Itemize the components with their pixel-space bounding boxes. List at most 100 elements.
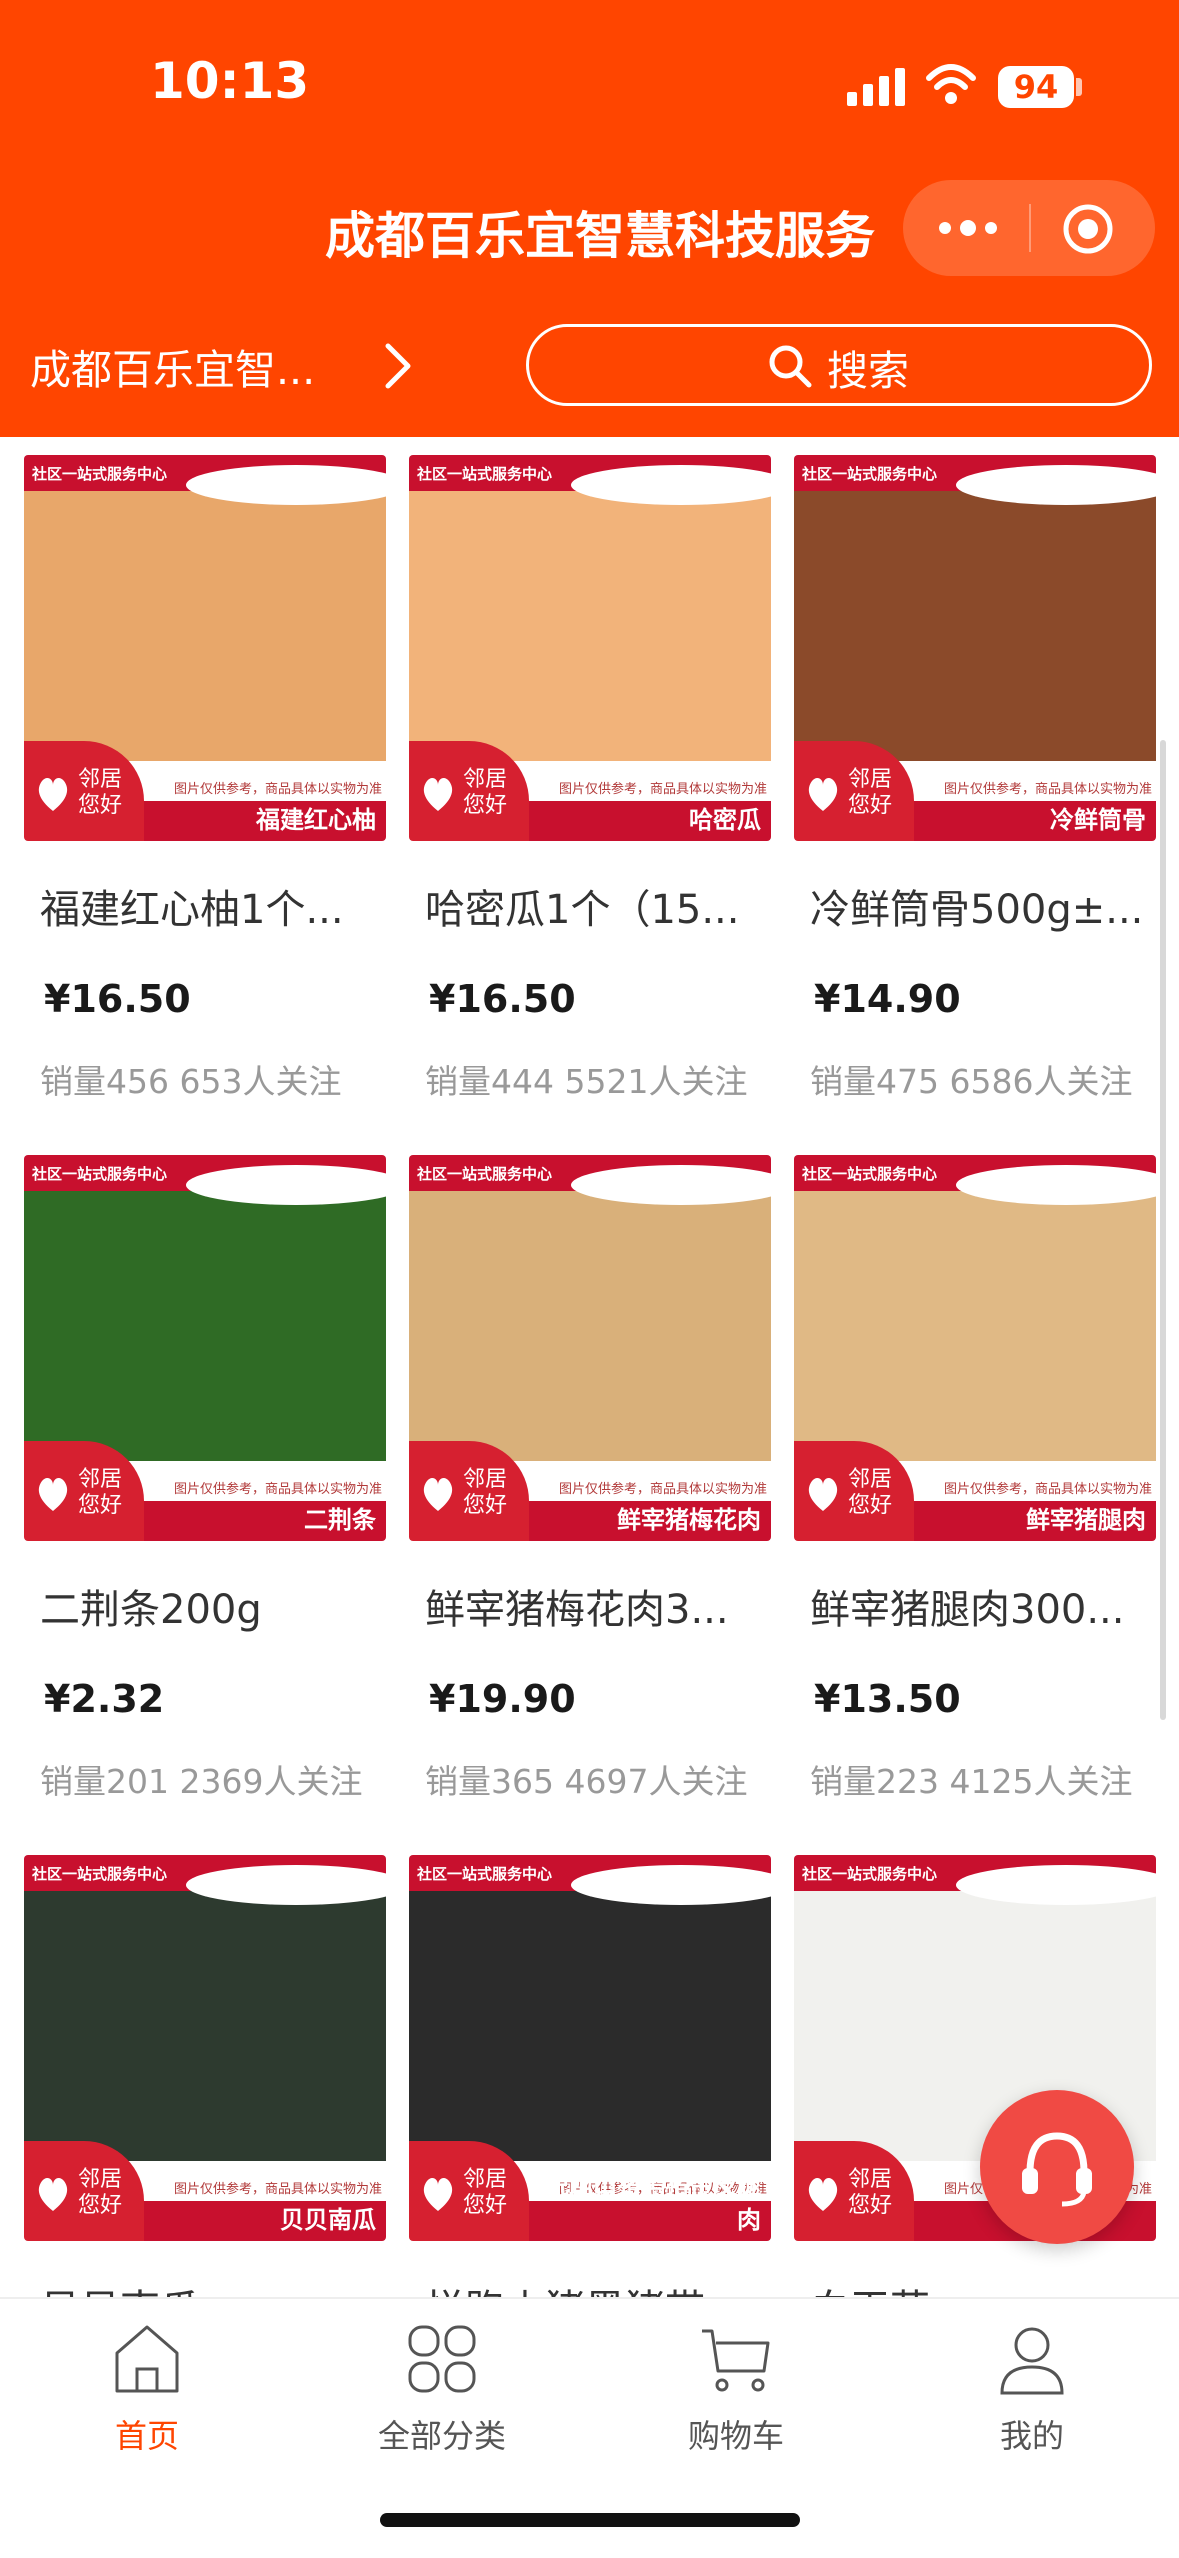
image-top-badge: 社区一站式服务中心 <box>32 1865 168 1883</box>
logo-icon <box>423 778 453 811</box>
category-icon <box>408 2325 476 2393</box>
logo-line2: 您好 <box>78 793 123 818</box>
product-image[interactable]: 社区一站式服务中心 图片仅供参考，商品具体以实物为准 鲜宰猪腿肉 邻居 您好 <box>794 1155 1156 1541</box>
cart-icon <box>702 2329 770 2392</box>
product-image[interactable]: 社区一站式服务中心 图片仅供参考，商品具体以实物为准 哈密瓜 邻居 您好 <box>409 455 771 841</box>
logo-line2: 您好 <box>78 2193 123 2218</box>
battery-tip <box>1076 78 1082 96</box>
logo-line1: 邻居 <box>463 1467 508 1492</box>
product-name[interactable]: 二荆条200g <box>40 1577 380 1635</box>
product-name[interactable]: 贝贝南瓜 <box>40 2277 380 2297</box>
page-title: 成都百乐宜智慧科技服务 <box>325 207 875 265</box>
logo-text: 邻居 您好 <box>78 2167 122 2219</box>
follower-count: 4125人关注 <box>949 1762 1133 1801</box>
image-bottom-banner: 图片仅供参考，商品具体以实物为准 福建红心柚 邻居 您好 <box>24 741 386 841</box>
logo-text: 邻居 您好 <box>848 2167 892 2219</box>
product-name[interactable]: 哈密瓜1个（15... <box>425 877 765 935</box>
product-image[interactable]: 社区一站式服务中心 图片仅供参考，商品具体以实物为准 二荆条 邻居 您好 <box>24 1155 386 1541</box>
logo-line1: 邻居 <box>848 1467 893 1492</box>
product-image[interactable]: 社区一站式服务中心 图片仅供参考，商品具体以实物为准 冷鲜筒骨 邻居 您好 <box>794 455 1156 841</box>
image-top-badge: 社区一站式服务中心 <box>417 1165 553 1183</box>
image-name-band: 鲜宰猪梅花肉 <box>529 1501 771 1541</box>
logo-icon <box>808 2178 838 2211</box>
tab-category[interactable]: 全部分类 <box>342 2319 542 2469</box>
image-top-banner: 社区一站式服务中心 <box>24 455 386 505</box>
follower-count: 5521人关注 <box>564 1062 748 1101</box>
product-card[interactable]: 社区一站式服务中心 图片仅供参考，商品具体以实物为准 悦跑山猪黑猪带皮腿肉 邻居 <box>409 1837 771 2297</box>
product-name[interactable]: 鲜宰猪腿肉300... <box>810 1577 1150 1635</box>
product-card[interactable]: 社区一站式服务中心 图片仅供参考，商品具体以实物为准 二荆条 邻居 您好 二荆条… <box>24 1137 386 1837</box>
product-card[interactable]: 社区一站式服务中心 图片仅供参考，商品具体以实物为准 哈密瓜 邻居 您好 哈密瓜… <box>409 437 771 1137</box>
search-input[interactable]: 搜索 <box>526 324 1152 406</box>
product-card[interactable]: 社区一站式服务中心 图片仅供参考，商品具体以实物为准 冷鲜筒骨 邻居 您好 冷鲜… <box>794 437 1156 1137</box>
product-price: ¥2.32 <box>44 1677 165 1721</box>
product-name[interactable]: 悦跑山猪黑猪带皮腿肉 <box>425 2277 765 2297</box>
product-photo <box>409 1885 771 2161</box>
product-card[interactable]: 社区一站式服务中心 图片仅供参考，商品具体以实物为准 贝贝南瓜 邻居 您好 <box>24 1837 386 2297</box>
battery-indicator: 94 <box>998 66 1074 108</box>
app-header: 10:13 94 成都百乐宜智慧科技服务 成都百乐宜智... 搜索 <box>0 0 1179 437</box>
tab-home[interactable]: 首页 <box>47 2319 247 2469</box>
product-photo <box>24 485 386 761</box>
image-bottom-banner: 图片仅供参考，商品具体以实物为准 贝贝南瓜 邻居 您好 <box>24 2141 386 2241</box>
cellular-signal-icon <box>847 68 905 106</box>
product-price: ¥16.50 <box>429 977 576 1021</box>
customer-service-button[interactable] <box>980 2090 1134 2244</box>
image-disclaimer: 图片仅供参考，商品具体以实物为准 <box>944 782 1153 797</box>
logo-line2: 您好 <box>848 1493 893 1518</box>
product-photo <box>409 485 771 761</box>
store-selector[interactable]: 成都百乐宜智... <box>30 336 315 396</box>
image-product-label: 贝贝南瓜 <box>280 2206 376 2234</box>
product-image[interactable]: 社区一站式服务中心 图片仅供参考，商品具体以实物为准 悦跑山猪黑猪带皮腿肉 邻居 <box>409 1855 771 2241</box>
product-image[interactable]: 社区一站式服务中心 图片仅供参考，商品具体以实物为准 贝贝南瓜 邻居 您好 <box>24 1855 386 2241</box>
image-name-band: 鲜宰猪腿肉 <box>914 1501 1156 1541</box>
logo-text: 邻居 您好 <box>463 2167 507 2219</box>
logo-line1: 邻居 <box>78 767 123 792</box>
tab-label: 首页 <box>114 2417 179 2455</box>
sales-count: 销量365 <box>425 1762 554 1801</box>
sales-count: 销量475 <box>810 1062 939 1101</box>
scrollbar[interactable] <box>1160 740 1166 1720</box>
image-top-banner: 社区一站式服务中心 <box>794 1155 1156 1205</box>
logo-text: 邻居 您好 <box>463 767 507 819</box>
product-grid: 社区一站式服务中心 图片仅供参考，商品具体以实物为准 福建红心柚 邻居 您好 福… <box>0 437 1179 2297</box>
product-stats: 销量456 653人关注 <box>40 1055 342 1103</box>
image-top-badge: 社区一站式服务中心 <box>802 1165 938 1183</box>
product-name[interactable]: 白玉菇 <box>810 2277 1150 2297</box>
tab-label: 购物车 <box>687 2417 784 2455</box>
close-miniapp-icon[interactable] <box>1061 202 1115 256</box>
logo-line1: 邻居 <box>848 2167 893 2192</box>
logo-text: 邻居 您好 <box>78 1467 122 1519</box>
image-top-badge: 社区一站式服务中心 <box>32 1165 168 1183</box>
product-card[interactable]: 社区一站式服务中心 图片仅供参考，商品具体以实物为准 福建红心柚 邻居 您好 福… <box>24 437 386 1137</box>
logo-icon <box>38 778 68 811</box>
product-image[interactable]: 社区一站式服务中心 图片仅供参考，商品具体以实物为准 鲜宰猪梅花肉 邻居 您好 <box>409 1155 771 1541</box>
product-name[interactable]: 福建红心柚1个... <box>40 877 380 935</box>
capsule-divider <box>1029 204 1031 252</box>
image-bottom-banner: 图片仅供参考，商品具体以实物为准 二荆条 邻居 您好 <box>24 1441 386 1541</box>
logo-line2: 您好 <box>463 1493 508 1518</box>
more-icon[interactable] <box>933 212 1003 244</box>
product-name[interactable]: 冷鲜筒骨500g±... <box>810 877 1150 935</box>
tab-cart[interactable]: 购物车 <box>636 2319 836 2469</box>
logo-line2: 您好 <box>463 793 508 818</box>
logo-text: 邻居 您好 <box>78 767 122 819</box>
logo-text: 邻居 您好 <box>848 767 892 819</box>
product-image[interactable]: 社区一站式服务中心 图片仅供参考，商品具体以实物为准 福建红心柚 邻居 您好 <box>24 455 386 841</box>
product-price: ¥14.90 <box>814 977 961 1021</box>
tab-profile[interactable]: 我的 <box>932 2319 1132 2469</box>
image-product-label: 二荆条 <box>304 1506 376 1534</box>
product-photo <box>409 1185 771 1461</box>
sales-count: 销量444 <box>425 1062 554 1101</box>
image-product-label: 哈密瓜 <box>689 806 761 834</box>
product-card[interactable]: 社区一站式服务中心 图片仅供参考，商品具体以实物为准 鲜宰猪腿肉 邻居 您好 鲜… <box>794 1137 1156 1837</box>
image-product-label: 冷鲜筒骨 <box>1050 806 1146 834</box>
tab-label: 全部分类 <box>377 2417 506 2455</box>
product-card[interactable]: 社区一站式服务中心 图片仅供参考，商品具体以实物为准 鲜宰猪梅花肉 邻居 您好 … <box>409 1137 771 1837</box>
product-photo <box>794 1185 1156 1461</box>
status-bar: 10:13 94 <box>0 0 1179 170</box>
chevron-right-icon[interactable] <box>380 340 416 392</box>
logo-line2: 您好 <box>848 793 893 818</box>
product-name[interactable]: 鲜宰猪梅花肉3... <box>425 1577 765 1635</box>
image-name-band: 哈密瓜 <box>529 801 771 841</box>
